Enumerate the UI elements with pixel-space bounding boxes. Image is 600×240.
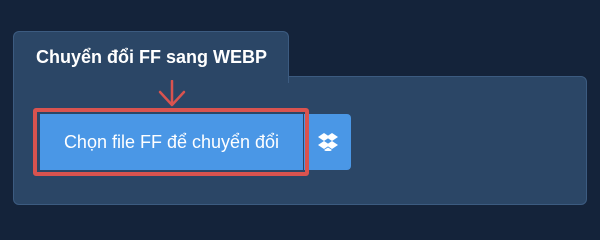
- converter-tab: Chuyển đổi FF sang WEBP: [13, 31, 289, 83]
- highlight-frame: [33, 108, 309, 176]
- tab-title: Chuyển đổi FF sang WEBP: [36, 47, 268, 67]
- arrow-down-icon: [158, 80, 186, 107]
- dropbox-icon: [317, 133, 338, 151]
- dropbox-button[interactable]: [304, 114, 351, 170]
